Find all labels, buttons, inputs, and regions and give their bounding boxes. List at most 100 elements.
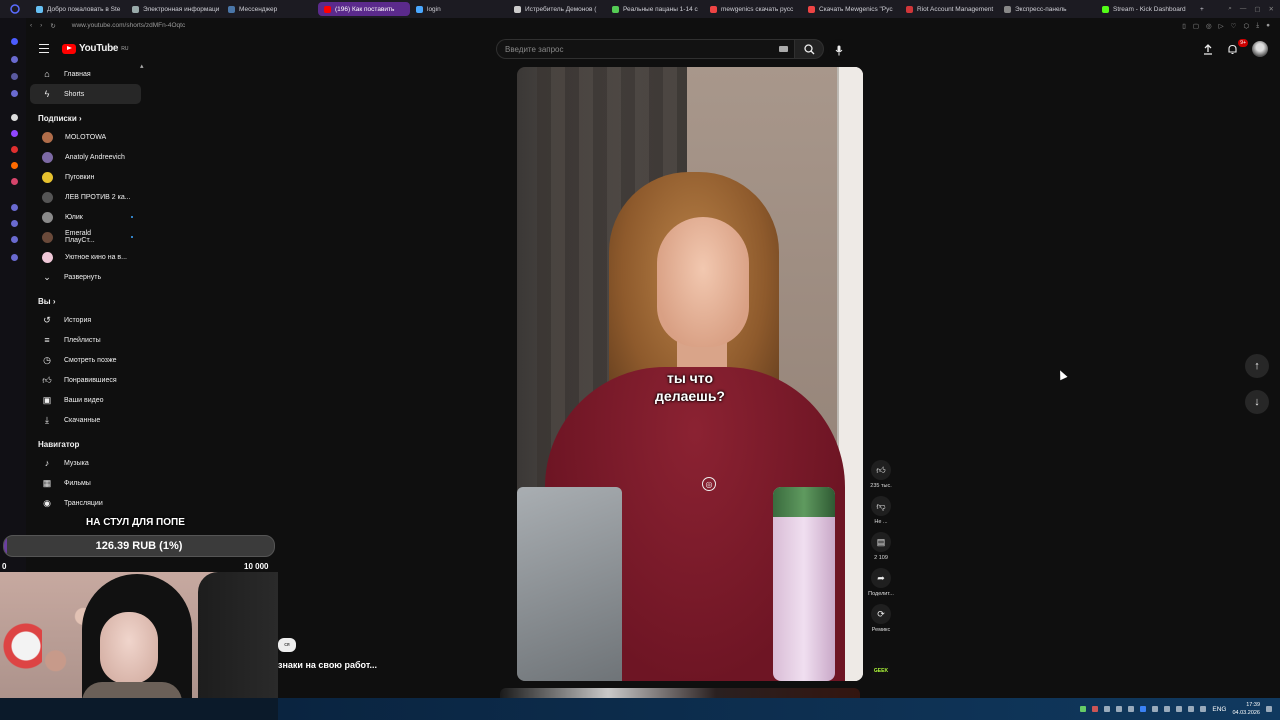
subscription-item[interactable]: Emerald ПлауСт... (30, 227, 141, 247)
pinned-icon[interactable] (11, 114, 18, 121)
shorts-video-player[interactable]: ты что делаешь? ◎ (517, 67, 863, 681)
channel-thumbnail[interactable]: GEEK (872, 662, 890, 680)
browser-tab[interactable]: mewgenics скачать русс (704, 0, 802, 18)
snapshot-icon[interactable]: ▢ (1193, 22, 1199, 30)
browser-tab[interactable]: Мессенджер (222, 0, 318, 18)
tray-nvidia-icon[interactable] (1080, 706, 1087, 712)
subscriptions-heading[interactable]: Подписки › (26, 104, 146, 127)
sidebar-tool-1-icon[interactable] (11, 204, 18, 211)
opera-menu-icon[interactable] (0, 0, 30, 18)
next-video-preview[interactable] (500, 688, 860, 698)
subscription-item[interactable]: Anatoly Andreevich (30, 147, 141, 167)
browser-tab[interactable]: Электронная информаци (126, 0, 222, 18)
sidebar-nav-item[interactable]: ▦ Фильмы (30, 473, 141, 493)
sidebar-scroll-up-icon[interactable]: ▴ (140, 62, 144, 70)
previous-short-button[interactable]: ↑ (1245, 354, 1269, 378)
app-pink-icon[interactable] (11, 178, 18, 185)
new-tab-icon[interactable]: + (1194, 6, 1210, 13)
sidebar-you-item[interactable]: ⤓ Скачанные (30, 410, 141, 430)
close-window-icon[interactable]: ✕ (1269, 5, 1274, 13)
menu-icon[interactable] (39, 44, 49, 53)
tray-pen-icon[interactable] (1104, 706, 1111, 712)
browser-tab[interactable]: Истребитель Демонов ( (508, 0, 606, 18)
profile-icon[interactable]: ● (1266, 22, 1270, 30)
share-button[interactable]: ➦ (871, 568, 891, 588)
subscription-item[interactable]: Уютное кино на в... (30, 247, 141, 267)
tray-app-icon[interactable] (1092, 706, 1099, 712)
vpn-icon[interactable]: ◎ (1206, 22, 1212, 30)
app-orange-icon[interactable] (11, 162, 18, 169)
sidebar-you-item[interactable]: ↺ История (30, 310, 141, 330)
tray-bluetooth-icon[interactable] (1140, 706, 1147, 712)
remix-button[interactable]: ⟳ (871, 604, 891, 624)
browser-tab[interactable]: Riot Account Management (900, 0, 998, 18)
aria-icon[interactable] (11, 56, 18, 63)
sidebar-tool-3-icon[interactable] (11, 236, 18, 243)
sidebar-you-item[interactable]: ▣ Ваши видео (30, 390, 141, 410)
you-heading[interactable]: Вы › (26, 287, 146, 310)
speed-dial-icon[interactable] (11, 38, 18, 45)
search-input[interactable]: Введите запрос (496, 39, 794, 59)
settings-sidebar-icon[interactable] (11, 254, 18, 261)
twitch-icon[interactable] (11, 130, 18, 137)
url-field[interactable]: www.youtube.com/shorts/zdMFn-4Oqtc (72, 22, 185, 29)
tray-network-icon[interactable] (1188, 706, 1195, 712)
playlists-icon: ≡ (44, 335, 50, 345)
heart-icon[interactable]: ♡ (1231, 22, 1237, 30)
comments-button[interactable]: ▤ (871, 532, 891, 552)
tray-notes-icon[interactable] (1116, 706, 1123, 712)
browser-tab[interactable]: Stream - Kick Dashboard (1096, 0, 1194, 18)
tray-volume-icon[interactable] (1200, 706, 1207, 712)
like-button[interactable]: 👍︎ (871, 460, 891, 480)
next-short-button[interactable]: ↓ (1245, 390, 1269, 414)
language-indicator[interactable]: ENG (1212, 706, 1226, 713)
sidebar-main-item[interactable]: ⌂ Главная (30, 64, 141, 84)
system-clock[interactable]: 17:39 04.03.2026 (1232, 701, 1260, 717)
sidebar-you-item[interactable]: ≡ Плейлисты (30, 330, 141, 350)
subscription-item[interactable]: Юлик (30, 207, 141, 227)
reload-icon[interactable]: ↻ (50, 22, 55, 30)
back-icon[interactable]: ‹ (30, 22, 32, 29)
downloads-browser-icon[interactable]: ⤓ (1256, 22, 1259, 30)
tray-display-icon[interactable] (1176, 706, 1183, 712)
sidebar-you-item[interactable]: ◷ Смотреть позже (30, 350, 141, 370)
keyboard-icon[interactable] (779, 46, 788, 52)
subscription-item[interactable]: Пуговкин (30, 167, 141, 187)
sidebar-nav-item[interactable]: ◉ Трансляции (30, 493, 141, 513)
minimize-icon[interactable]: — (1240, 5, 1247, 13)
tray-mic-icon[interactable] (1164, 706, 1171, 712)
browser-tab[interactable]: Реальные пацаны 1-14 с (606, 0, 704, 18)
tray-headset-icon[interactable] (1152, 706, 1159, 712)
maximize-icon[interactable]: ▢ (1254, 5, 1260, 13)
dislike-button[interactable]: 👎︎ (871, 496, 891, 516)
bookmarks-sidebar-icon[interactable] (11, 73, 18, 80)
account-avatar[interactable] (1252, 41, 1268, 57)
youtube-logo[interactable]: YouTube RU (62, 43, 128, 54)
browser-tab[interactable]: (196) Как поставить (318, 2, 410, 16)
browser-tab[interactable]: Добро пожаловать в Ste (30, 0, 126, 18)
upload-icon[interactable] (1203, 43, 1213, 55)
browser-tab[interactable]: login (410, 0, 508, 18)
sidebar-nav-label: Трансляции (64, 499, 103, 507)
notifications-bell-icon[interactable] (1227, 44, 1238, 55)
tray-steam-icon[interactable] (1128, 706, 1135, 712)
extensions-icon[interactable]: ⬡ (1244, 22, 1250, 30)
browser-tab[interactable]: Скачать Mewgenics "Рус (802, 0, 900, 18)
sidebar-main-item[interactable]: ϟ Shorts (30, 84, 141, 104)
sidebar-tool-2-icon[interactable] (11, 220, 18, 227)
notification-center-icon[interactable] (1266, 706, 1272, 712)
browser-tab[interactable]: Экспресс-панель (998, 0, 1096, 18)
search-tabs-icon[interactable]: ⌕ (1228, 5, 1232, 13)
sidebar-expand[interactable]: ⌄ Развернуть (30, 267, 141, 287)
voice-search-button[interactable] (828, 39, 850, 61)
player-icon[interactable]: ▷ (1219, 22, 1224, 30)
subscription-item[interactable]: MOLOTOWA (30, 127, 141, 147)
bookmark-icon[interactable]: ▯ (1182, 22, 1186, 30)
app-red-icon[interactable] (11, 146, 18, 153)
sidebar-you-item[interactable]: 👍︎ Понравившиеся (30, 370, 141, 390)
sidebar-nav-item[interactable]: ♪ Музыка (30, 453, 141, 473)
subscription-item[interactable]: ЛЕВ ПРОТИВ 2 ка... (30, 187, 141, 207)
forward-icon[interactable]: › (40, 22, 42, 29)
search-button[interactable] (794, 39, 824, 59)
history-sidebar-icon[interactable] (11, 90, 18, 97)
